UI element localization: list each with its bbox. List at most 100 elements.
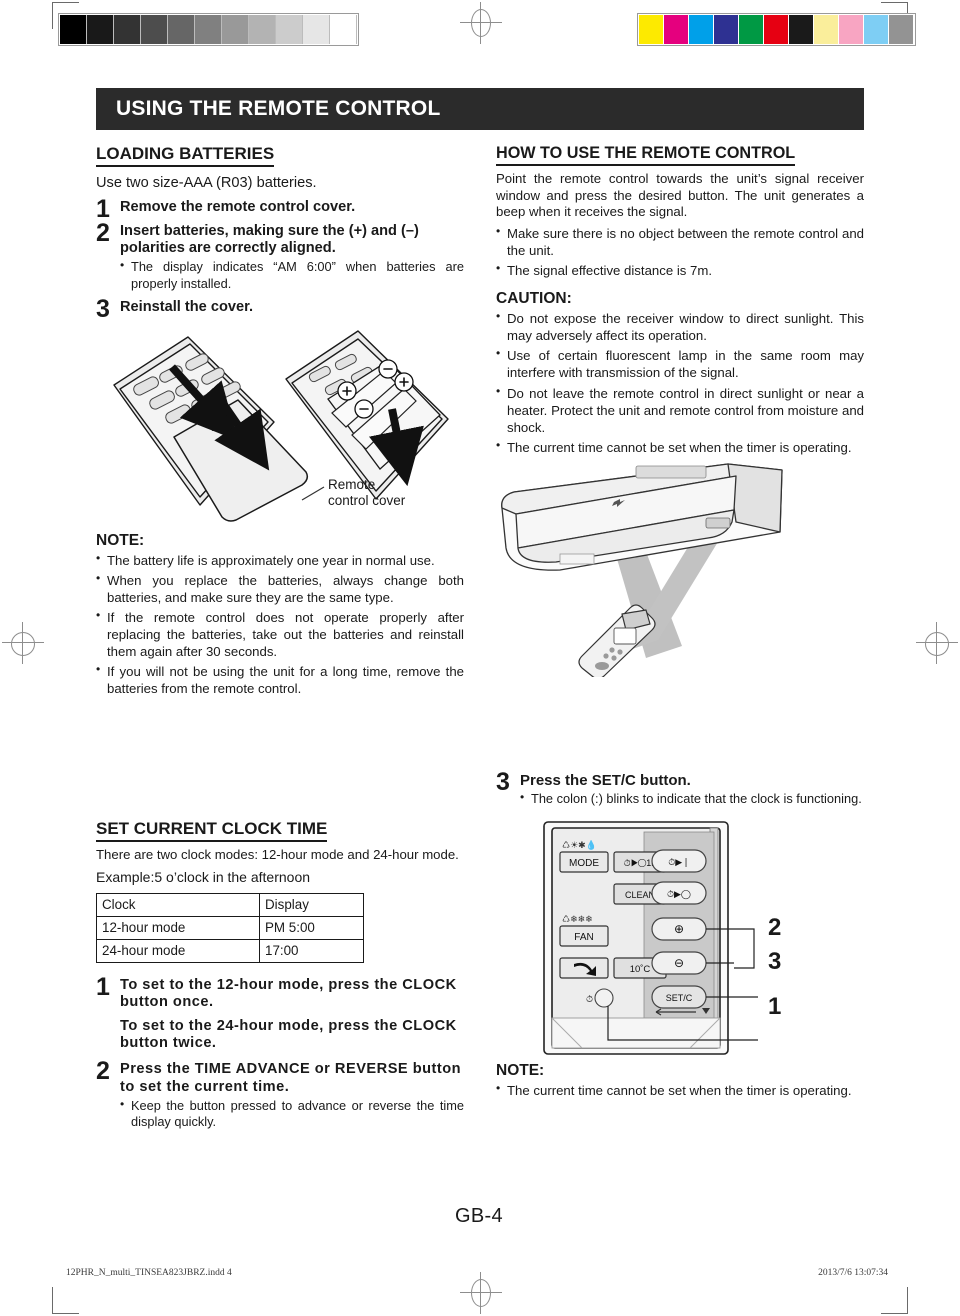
step-text: Press the SET/C button. bbox=[520, 771, 691, 789]
callout-3: 3 bbox=[768, 947, 782, 975]
button-label-clean: CLEAN bbox=[625, 890, 655, 900]
registration-mark-right bbox=[916, 622, 958, 664]
step-bullets: The display indicates “AM 6:00” when bat… bbox=[120, 258, 464, 292]
caution-heading: CAUTION: bbox=[496, 290, 572, 308]
gray-swatch-5 bbox=[195, 15, 222, 44]
how-to-use-body: Point the remote control towards the uni… bbox=[496, 170, 864, 220]
footer-filename: 12PHR_N_multi_TINSEA823JBRZ.indd 4 bbox=[66, 1268, 232, 1278]
step-item: 1 To set to the 12-hour mode, press the … bbox=[96, 972, 464, 1053]
table-row: Clock Display bbox=[96, 892, 364, 917]
bullet-item: Keep the button pressed to advance or re… bbox=[120, 1097, 464, 1131]
bullet-item: The current time cannot be set when the … bbox=[496, 1081, 864, 1099]
grayscale-calibration-bar bbox=[58, 13, 359, 46]
bullet-item: The signal effective distance is 7m. bbox=[496, 261, 864, 279]
bullet-item: Use of certain fluorescent lamp in the s… bbox=[496, 346, 864, 381]
column-spacer bbox=[96, 701, 464, 819]
step-number: 3 bbox=[496, 767, 510, 796]
step-number: 2 bbox=[96, 1057, 110, 1086]
two-column-body: LOADING BATTERIES Use two size-AAA (R03)… bbox=[96, 144, 864, 1138]
gray-swatch-1 bbox=[87, 15, 114, 44]
bullet-item: The battery life is approximately one ye… bbox=[96, 551, 464, 569]
step-text: Press the TIME ADVANCE or REVERSE button… bbox=[120, 1061, 462, 1095]
color-calibration-bar bbox=[637, 13, 916, 46]
page-content: USING THE REMOTE CONTROL LOADING BATTERI… bbox=[96, 88, 864, 1138]
registration-mark-left bbox=[2, 622, 44, 664]
color-swatch-9 bbox=[864, 15, 888, 44]
step-item: 2 Insert batteries, making sure the (+) … bbox=[96, 219, 464, 296]
button-label-timer-1h: ⏱▶◯1h bbox=[624, 858, 657, 868]
color-swatch-1 bbox=[664, 15, 688, 44]
gray-swatch-2 bbox=[114, 15, 141, 44]
step-text: Reinstall the cover. bbox=[120, 299, 254, 316]
table-cell: 24-hour mode bbox=[96, 938, 260, 963]
step-number: 2 bbox=[96, 219, 110, 248]
bullet-item: If the remote control does not operate p… bbox=[96, 608, 464, 660]
bullet-item: When you replace the batteries, always c… bbox=[96, 571, 464, 606]
figure-caption-remote-cover: Remote control cover bbox=[328, 477, 405, 509]
remote-battery-illustration: Remote control cover bbox=[96, 327, 464, 522]
gray-swatch-0 bbox=[60, 15, 87, 44]
left-column: LOADING BATTERIES Use two size-AAA (R03)… bbox=[96, 144, 464, 1138]
gray-swatch-7 bbox=[249, 15, 276, 44]
remote-battery-svg bbox=[113, 330, 449, 522]
indoor-unit-svg bbox=[501, 462, 783, 679]
caption-line-1: Remote bbox=[328, 476, 376, 492]
step-bullets: Keep the button pressed to advance or re… bbox=[120, 1097, 464, 1131]
clock-mode-table: Clock Display 12-hour mode PM 5:00 24-ho… bbox=[96, 892, 364, 963]
bullet-item: The display indicates “AM 6:00” when bat… bbox=[120, 258, 464, 292]
step-item: 3 Reinstall the cover. bbox=[96, 295, 464, 324]
page-canvas: USING THE REMOTE CONTROL LOADING BATTERI… bbox=[0, 0, 960, 1316]
remote-panel-illustration: ♺☀✱💧 ♺❄❄❄ MODE ⏱▶◯1h CLEAN FAN 10˚C ⏱▶❘ … bbox=[496, 818, 864, 1088]
table-header-display: Display bbox=[259, 892, 364, 917]
bullet-item: Make sure there is no object between the… bbox=[496, 224, 864, 259]
table-row: 24-hour mode 17:00 bbox=[96, 938, 364, 963]
note-heading-left: NOTE: bbox=[96, 531, 145, 549]
how-to-use-heading: HOW TO USE THE REMOTE CONTROL bbox=[496, 144, 796, 166]
table-cell: 12-hour mode bbox=[96, 915, 260, 940]
button-label-mode: MODE bbox=[569, 858, 599, 869]
color-swatch-8 bbox=[839, 15, 863, 44]
callout-1: 1 bbox=[768, 992, 782, 1020]
set-clock-example: Example:5 o’clock in the afternoon bbox=[96, 868, 311, 885]
caption-line-2: control cover bbox=[328, 493, 406, 509]
page-number: GB-4 bbox=[455, 1205, 503, 1227]
bullet-item: If you will not be using the unit for a … bbox=[96, 662, 464, 697]
bullet-item: Do not expose the receiver window to dir… bbox=[496, 309, 864, 344]
table-cell: 17:00 bbox=[259, 938, 364, 963]
gray-swatch-8 bbox=[276, 15, 303, 44]
step-text-alt: To set to the 24-hour mode, press the CL… bbox=[120, 1017, 457, 1052]
crop-mark-bottom-left bbox=[52, 1287, 79, 1314]
color-swatch-6 bbox=[789, 15, 813, 44]
color-swatch-5 bbox=[764, 15, 788, 44]
how-to-use-bullets: Make sure there is no object between the… bbox=[496, 224, 864, 279]
button-label-fan: FAN bbox=[574, 932, 593, 943]
gray-swatch-10 bbox=[330, 15, 357, 44]
color-swatch-7 bbox=[814, 15, 838, 44]
step-number: 1 bbox=[96, 194, 110, 223]
gray-swatch-3 bbox=[141, 15, 168, 44]
color-swatch-3 bbox=[714, 15, 738, 44]
step-number: 1 bbox=[96, 972, 110, 1001]
table-header-clock: Clock bbox=[96, 892, 260, 917]
column-spacer bbox=[496, 677, 864, 772]
page-title: USING THE REMOTE CONTROL bbox=[96, 88, 864, 130]
step-text: To set to the 12-hour mode, press the CL… bbox=[120, 976, 457, 1010]
svg-text:⊕: ⊕ bbox=[674, 922, 684, 936]
registration-mark-bottom bbox=[460, 1272, 502, 1314]
gray-swatch-4 bbox=[168, 15, 195, 44]
svg-text:SET/C: SET/C bbox=[666, 993, 693, 1003]
bullet-item: The current time cannot be set when the … bbox=[496, 438, 864, 456]
svg-text:♺☀✱💧: ♺☀✱💧 bbox=[562, 839, 597, 851]
step-text: Remove the remote control cover. bbox=[120, 198, 356, 215]
svg-text:⏱: ⏱ bbox=[586, 995, 593, 1005]
loading-batteries-lead: Use two size-AAA (R03) batteries. bbox=[96, 174, 317, 191]
gray-swatch-9 bbox=[303, 15, 330, 44]
step-bullets: The colon (:) blinks to indicate that th… bbox=[520, 790, 864, 808]
svg-text:⊖: ⊖ bbox=[674, 956, 684, 970]
gray-swatch-6 bbox=[222, 15, 249, 44]
color-swatch-4 bbox=[739, 15, 763, 44]
set-clock-intro: There are two clock modes: 12-hour mode … bbox=[96, 846, 459, 862]
step-number: 3 bbox=[96, 295, 110, 324]
loading-batteries-heading: LOADING BATTERIES bbox=[96, 144, 275, 167]
callout-2: 2 bbox=[768, 913, 782, 941]
